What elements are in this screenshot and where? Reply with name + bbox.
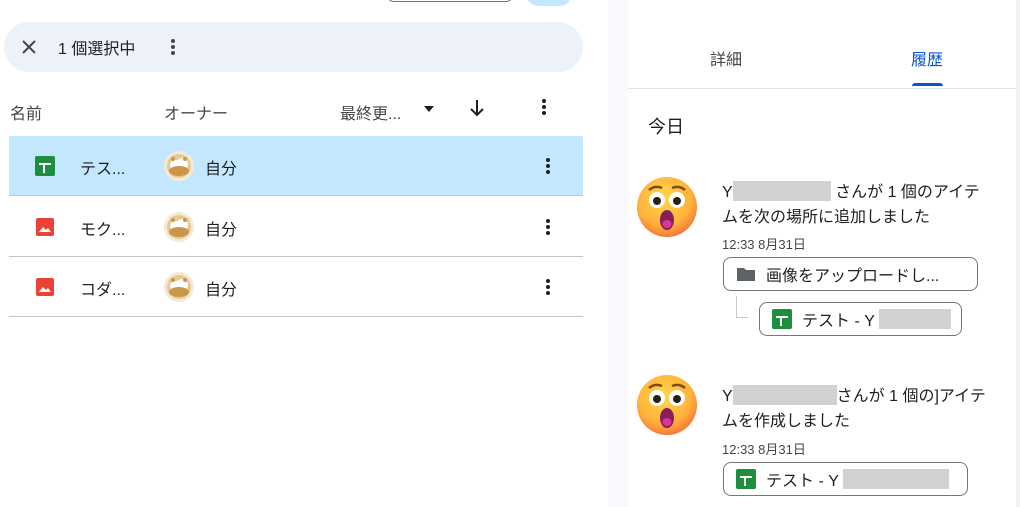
redacted-name — [732, 181, 831, 201]
shocked-face-avatar — [637, 177, 697, 237]
activity-item: Y さんが 1 個の]アイテ ムを作成しました 12:33 8月31日 テスト -… — [636, 374, 1020, 504]
selection-more-button[interactable] — [153, 27, 193, 67]
file-row-2[interactable]: コダ... 自分 — [9, 257, 583, 317]
redacted-name — [842, 469, 949, 489]
file-row-1[interactable]: モク... 自分 — [9, 197, 583, 257]
activity-text-line2: ムを次の場所に追加しました — [722, 209, 931, 226]
panel-scrollbar[interactable] — [1016, 0, 1020, 507]
image-icon — [36, 278, 54, 296]
folder-icon — [737, 268, 755, 281]
more-vert-icon — [546, 219, 550, 235]
item-chip[interactable]: テスト - Y — [759, 302, 962, 336]
clear-selection-button[interactable] — [4, 22, 54, 72]
column-modified[interactable]: 最終更... — [340, 100, 401, 124]
file-name: コダ... — [80, 282, 126, 299]
active-tab-indicator — [912, 83, 943, 86]
file-name: モク... — [80, 222, 126, 239]
activity-time: 12:33 8月31日 — [722, 237, 806, 252]
column-owner[interactable]: オーナー — [164, 100, 228, 124]
file-name: テス... — [80, 161, 126, 178]
activity-item: Y さんが 1 個のアイテ ムを次の場所に追加しました 12:33 8月31日 … — [636, 176, 1020, 346]
image-icon — [36, 218, 54, 236]
view-toggle[interactable] — [386, 0, 514, 2]
list-header: 名前 オーナー 最終更... — [10, 88, 583, 132]
activity-text-line2: ムを作成しました — [722, 413, 851, 430]
redacted-name — [878, 309, 951, 329]
row-more-button[interactable] — [535, 150, 561, 182]
sort-direction-button[interactable] — [468, 98, 486, 123]
tree-connector — [736, 296, 748, 318]
more-vert-icon — [171, 39, 176, 55]
arrow-down-icon — [470, 100, 484, 117]
tab-details[interactable]: 詳細 — [710, 46, 742, 70]
selection-count: 1 個選択中 — [58, 41, 136, 58]
item-name: テスト - Y — [802, 313, 875, 330]
caret-down-icon — [424, 106, 434, 112]
activity-text: Y さんが 1 個の]アイテ ムを作成しました — [722, 384, 1012, 434]
sheets-icon — [772, 309, 792, 329]
close-icon — [22, 40, 36, 54]
user-initial: Y — [722, 388, 733, 405]
panel-gutter — [608, 0, 628, 507]
row-more-button[interactable] — [535, 211, 561, 243]
panel-tabs: 詳細 履歴 — [628, 0, 1020, 89]
header-more-button[interactable] — [542, 99, 546, 120]
activity-time: 12:33 8月31日 — [722, 442, 806, 457]
more-vert-icon — [542, 99, 546, 115]
activity-text-line1: さんが 1 個の]アイテ — [836, 388, 986, 405]
owner-name: 自分 — [205, 282, 238, 299]
column-name[interactable]: 名前 — [10, 100, 42, 124]
file-list-area: 1 個選択中 名前 オーナー 最終更... テス... 自分 モク... 自分 … — [0, 0, 608, 507]
tab-history[interactable]: 履歴 — [911, 46, 943, 70]
user-initial: Y — [722, 184, 733, 201]
shocked-face-avatar — [637, 375, 697, 435]
sort-dropdown-button[interactable] — [423, 102, 435, 120]
activity-text-line1: さんが 1 個のアイテ — [830, 184, 980, 201]
sheets-icon — [736, 469, 756, 489]
folder-chip[interactable]: 画像をアップロードし... — [723, 257, 978, 291]
details-panel: 詳細 履歴 今日 Y さんが 1 個のアイテ ムを次の場所に追加しました 12:… — [628, 0, 1020, 507]
folder-name: 画像をアップロードし... — [766, 268, 940, 285]
row-more-button[interactable] — [535, 271, 561, 303]
owner-avatar — [164, 272, 194, 302]
file-row-0[interactable]: テス... 自分 — [9, 136, 583, 196]
owner-name: 自分 — [205, 222, 238, 239]
info-button[interactable] — [526, 0, 572, 6]
item-chip[interactable]: テスト - Y — [723, 462, 968, 496]
selection-bar: 1 個選択中 — [4, 22, 583, 72]
owner-avatar — [164, 151, 194, 181]
sheets-icon — [35, 156, 55, 176]
owner-avatar — [164, 212, 194, 242]
owner-name: 自分 — [205, 161, 238, 178]
item-name: テスト - Y — [766, 473, 839, 490]
activity-text: Y さんが 1 個のアイテ ムを次の場所に追加しました — [722, 180, 1012, 230]
more-vert-icon — [546, 158, 550, 174]
redacted-name — [732, 385, 837, 405]
section-label-today: 今日 — [648, 117, 684, 137]
more-vert-icon — [546, 279, 550, 295]
